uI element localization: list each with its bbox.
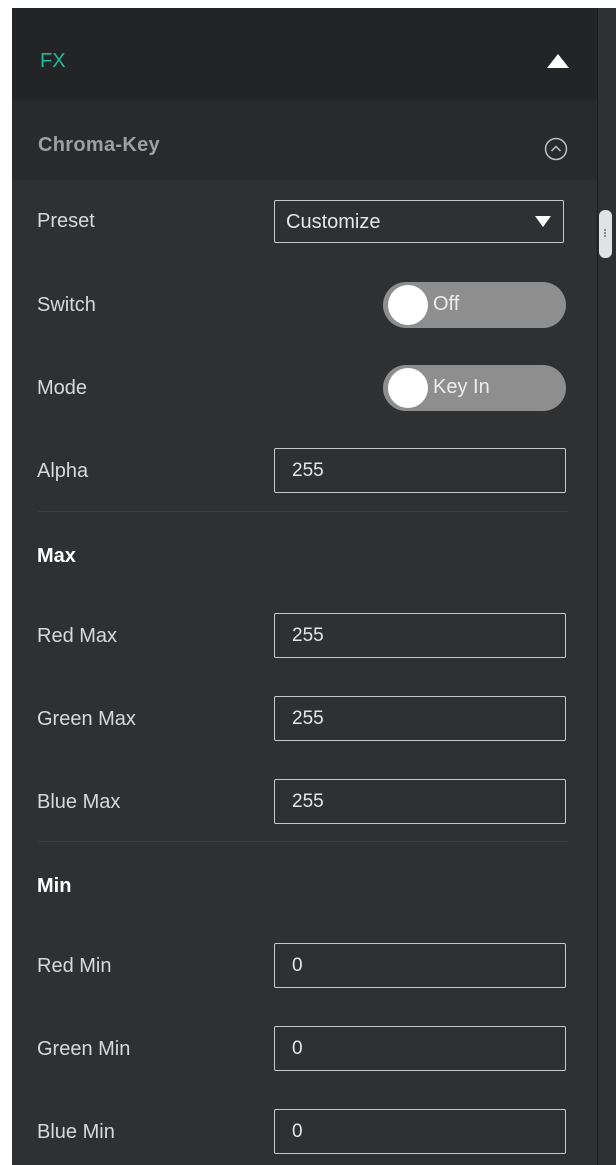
switch-state: Off [433,293,460,315]
scrollbar-thumb[interactable] [599,210,612,258]
scrollbar-track[interactable] [597,8,616,1165]
red-min-value: 0 [292,955,303,976]
green-max-label: Green Max [37,708,136,730]
green-max-input[interactable]: 255 [274,696,566,741]
preset-value: Customize [286,211,381,233]
red-max-value: 255 [292,625,324,646]
chroma-key-section-header[interactable]: Chroma-Key [12,100,597,180]
mode-label: Mode [37,377,88,399]
fx-section-header[interactable]: FX [12,8,597,100]
red-max-label: Red Max [37,625,118,647]
blue-min-value: 0 [292,1121,303,1142]
toggle-knob [388,285,428,325]
divider [38,511,568,512]
divider [38,841,568,842]
toggle-knob [388,368,428,408]
settings-panel: FX Chroma-Key Preset Customize Switch Of… [12,8,597,1165]
switch-label: Switch [37,294,96,316]
alpha-value: 255 [292,460,324,481]
green-max-value: 255 [292,708,324,729]
preset-label: Preset [37,210,95,232]
caret-down-icon [535,216,551,227]
mode-state: Key In [433,376,490,398]
max-heading: Max [37,545,76,567]
alpha-input[interactable]: 255 [274,448,566,493]
preset-dropdown[interactable]: Customize [274,200,564,243]
blue-max-label: Blue Max [37,791,121,813]
chroma-key-title: Chroma-Key [38,134,160,156]
blue-min-label: Blue Min [37,1121,115,1143]
blue-min-input[interactable]: 0 [274,1109,566,1154]
red-max-input[interactable]: 255 [274,613,566,658]
green-min-label: Green Min [37,1038,131,1060]
mode-toggle[interactable]: Key In [383,365,566,411]
green-min-input[interactable]: 0 [274,1026,566,1071]
blue-max-input[interactable]: 255 [274,779,566,824]
collapse-triangle-icon[interactable] [547,54,569,68]
min-heading: Min [37,875,72,897]
alpha-label: Alpha [37,460,89,482]
fx-title: FX [40,50,66,72]
switch-toggle[interactable]: Off [383,282,566,328]
red-min-label: Red Min [37,955,112,977]
green-min-value: 0 [292,1038,303,1059]
red-min-input[interactable]: 0 [274,943,566,988]
blue-max-value: 255 [292,791,324,812]
grip-icon [604,229,608,237]
chevron-up-circle-icon[interactable] [544,137,568,161]
